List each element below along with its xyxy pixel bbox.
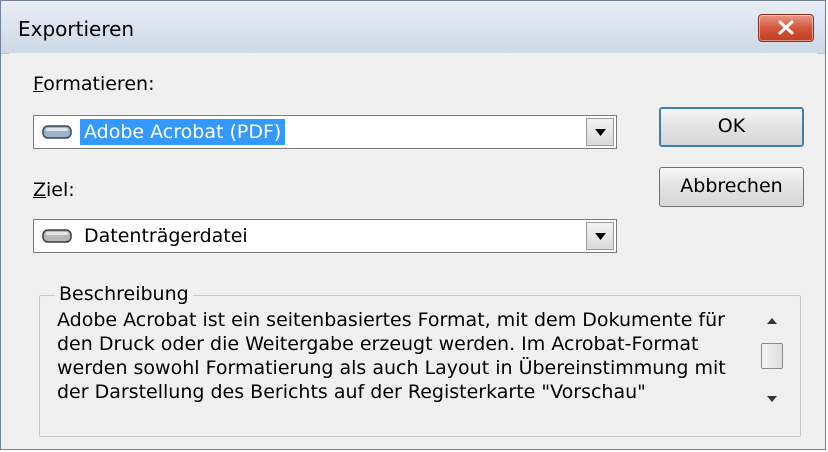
scrollbar-thumb[interactable] <box>761 343 783 369</box>
description-scrollbar[interactable] <box>759 303 785 415</box>
chevron-down-icon <box>595 233 606 240</box>
description-line: der Darstellung des Berichts auf der Reg… <box>57 381 646 403</box>
format-label: Formatieren: <box>33 73 155 95</box>
chevron-down-icon <box>595 129 606 136</box>
dialog-title: Exportieren <box>18 17 135 41</box>
description-line: den Druck oder die Weitergabe erzeugt we… <box>57 333 699 355</box>
export-dialog: Exportieren Formatieren: Adobe Acrobat (… <box>0 0 826 450</box>
scroll-down-icon[interactable] <box>767 395 777 403</box>
description-line: Adobe Acrobat ist ein seitenbasiertes Fo… <box>57 309 725 331</box>
drive-icon <box>42 229 72 243</box>
target-selected-value: Datenträgerdatei <box>84 225 248 247</box>
drive-icon <box>42 125 72 139</box>
title-bar[interactable]: Exportieren <box>1 1 825 54</box>
target-dropdown[interactable]: Datenträgerdatei <box>33 219 617 253</box>
dialog-content: Formatieren: Adobe Acrobat (PDF) Ziel: D… <box>9 53 817 441</box>
ok-button[interactable]: OK <box>659 107 804 147</box>
target-label: Ziel: <box>33 179 75 201</box>
target-dropdown-button[interactable] <box>586 222 614 250</box>
description-title: Beschreibung <box>55 283 193 305</box>
format-dropdown-button[interactable] <box>586 118 614 146</box>
cancel-button[interactable]: Abbrechen <box>659 167 804 207</box>
scroll-up-icon[interactable] <box>767 317 777 325</box>
description-text: Adobe Acrobat ist ein seitenbasiertes Fo… <box>57 308 727 404</box>
close-icon <box>778 20 794 35</box>
format-dropdown[interactable]: Adobe Acrobat (PDF) <box>33 115 617 149</box>
description-line: werden sowohl Formatierung als auch Layo… <box>57 357 726 379</box>
close-button[interactable] <box>758 14 814 42</box>
format-selected-value: Adobe Acrobat (PDF) <box>80 119 286 145</box>
